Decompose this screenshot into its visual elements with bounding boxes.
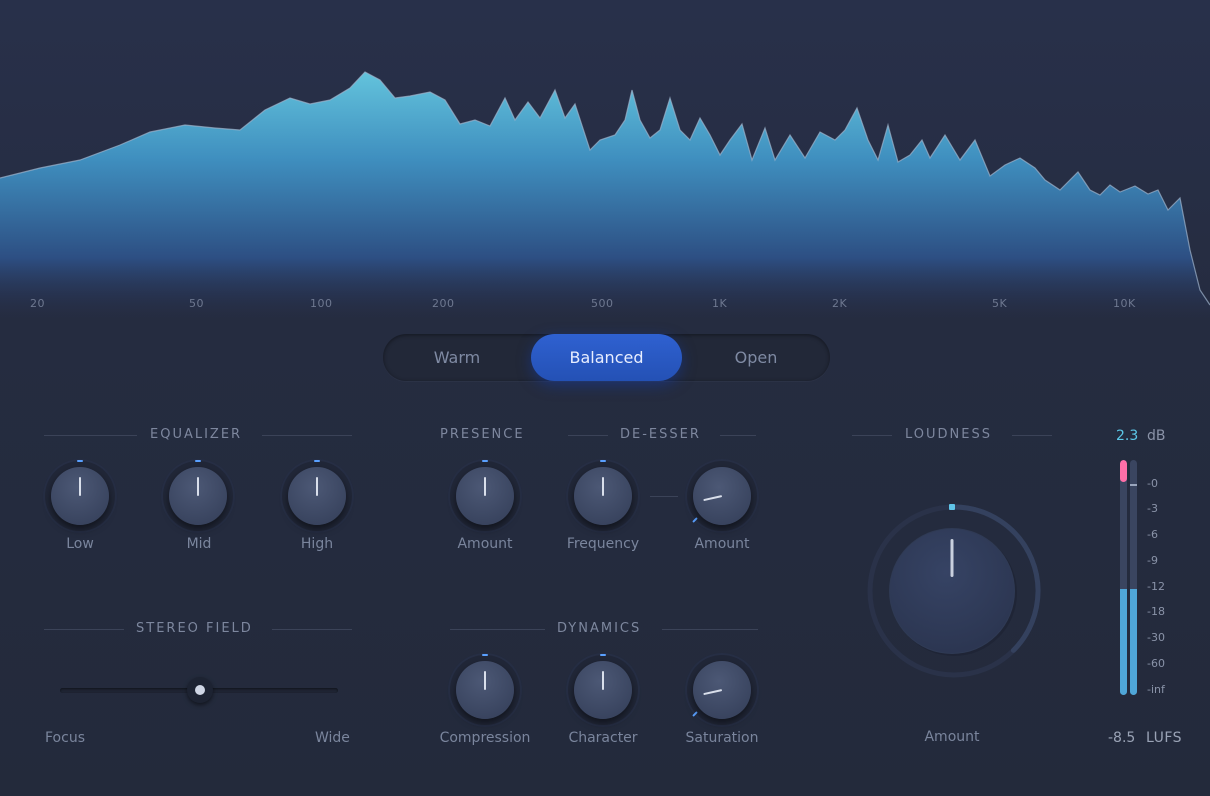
loudness-header: LOUDNESS (852, 427, 1052, 443)
meter-left-channel (1120, 460, 1127, 695)
meter-scale-label: -9 (1147, 554, 1158, 567)
knob-center-tick (195, 460, 201, 462)
plugin-window: 20 50 100 200 500 1K 2K 5K 10K Warm Balanced Ope… (0, 0, 1210, 796)
stereo-title: STEREO FIELD (136, 621, 253, 636)
knob-label-mid: Mid (186, 536, 212, 552)
meter-left-peak (1120, 460, 1127, 482)
knob-center-tick (600, 460, 606, 462)
knob-body (51, 467, 109, 525)
lufs-value: -8.5 (1108, 730, 1136, 746)
loudness-indicator (949, 504, 955, 510)
knob-label-deesser-amount: Amount (694, 536, 750, 552)
equalizer-title: EQUALIZER (150, 427, 243, 442)
mode-balanced-button[interactable]: Balanced (531, 334, 682, 381)
knob-label-character: Character (568, 730, 638, 746)
knob-pointer (197, 477, 199, 496)
peak-value: 2.3 (1116, 428, 1139, 444)
deesser-amount-knob[interactable] (685, 459, 759, 533)
presence-deesser-header: PRESENCE DE-ESSER (430, 427, 760, 443)
slider-thumb-dot (195, 685, 205, 695)
knob-label-saturation: Saturation (685, 730, 759, 746)
knob-body (574, 467, 632, 525)
deesser-title: DE-ESSER (620, 427, 701, 442)
meter-scale-label: -18 (1147, 605, 1165, 618)
knob-pointer (316, 477, 318, 496)
knob-body (169, 467, 227, 525)
knob-label-high: High (300, 536, 334, 552)
dynamics-header: DYNAMICS (450, 621, 758, 637)
presence-amount-knob[interactable] (448, 459, 522, 533)
knob-center-tick (314, 460, 320, 462)
freq-label: 50 (189, 297, 204, 310)
meter-scale-label: -6 (1147, 528, 1158, 541)
mode-open-button[interactable]: Open (682, 334, 830, 381)
knob-center-tick (482, 654, 488, 656)
stereo-wide-label: Wide (315, 730, 350, 746)
loudness-title: LOUDNESS (905, 427, 992, 442)
eq-high-knob[interactable] (280, 459, 354, 533)
meter-right-hold (1130, 484, 1137, 486)
stereo-field-slider-thumb[interactable] (187, 677, 213, 703)
knob-center-tick (482, 460, 488, 462)
knob-pointer (484, 477, 486, 496)
knob-center-tick (600, 654, 606, 656)
dynamics-compression-knob[interactable] (448, 653, 522, 727)
freq-label: 10K (1113, 297, 1136, 310)
knob-pointer (602, 671, 604, 690)
meter-scale-label: -3 (1147, 502, 1158, 515)
mode-selector: Warm Balanced Open (383, 334, 830, 381)
knob-body (574, 661, 632, 719)
loudness-amount-label: Amount (924, 729, 980, 745)
equalizer-header: EQUALIZER (44, 427, 352, 443)
knob-center-tick (77, 460, 83, 462)
mode-warm-button[interactable]: Warm (383, 334, 531, 381)
knob-body (456, 661, 514, 719)
spectrum-fill (0, 72, 1210, 320)
meter-scale-label: -30 (1147, 631, 1165, 644)
freq-label: 5K (992, 297, 1008, 310)
knob-pointer (79, 477, 81, 496)
knob-label-low: Low (66, 536, 94, 552)
eq-low-knob[interactable] (43, 459, 117, 533)
lufs-unit: LUFS (1146, 730, 1183, 746)
loudness-amount-knob[interactable] (866, 503, 1042, 679)
freq-label: 1K (712, 297, 728, 310)
stereo-header: STEREO FIELD (44, 621, 352, 637)
meter-scale-label: -12 (1147, 580, 1165, 593)
meter-scale-label: -60 (1147, 657, 1165, 670)
meter-scale-label: -inf (1147, 683, 1165, 696)
knob-label-presence-amount: Amount (457, 536, 513, 552)
knob-label-compression: Compression (439, 730, 531, 746)
meter-right-channel (1130, 460, 1137, 695)
knob-body (456, 467, 514, 525)
knob-body (288, 467, 346, 525)
freq-label: 500 (591, 297, 614, 310)
spectrum-analyzer (0, 71, 1210, 320)
dynamics-character-knob[interactable] (566, 653, 640, 727)
freq-label: 2K (832, 297, 848, 310)
freq-label: 200 (432, 297, 455, 310)
meter-right-fill (1130, 589, 1137, 695)
deesser-frequency-knob[interactable] (566, 459, 640, 533)
freq-label: 100 (310, 297, 333, 310)
stereo-focus-label: Focus (45, 730, 85, 746)
peak-unit: dB (1147, 428, 1166, 444)
knob-label-frequency: Frequency (566, 536, 640, 552)
loudness-pointer (950, 539, 954, 577)
meter-scale-label: -0 (1147, 477, 1158, 490)
dynamics-saturation-knob[interactable] (685, 653, 759, 727)
freq-label: 20 (30, 297, 45, 310)
knob-pointer (602, 477, 604, 496)
deesser-link-line (650, 496, 678, 497)
eq-mid-knob[interactable] (161, 459, 235, 533)
presence-title: PRESENCE (440, 427, 525, 442)
dynamics-title: DYNAMICS (557, 621, 642, 636)
knob-pointer (484, 671, 486, 690)
meter-left-fill (1120, 589, 1127, 695)
